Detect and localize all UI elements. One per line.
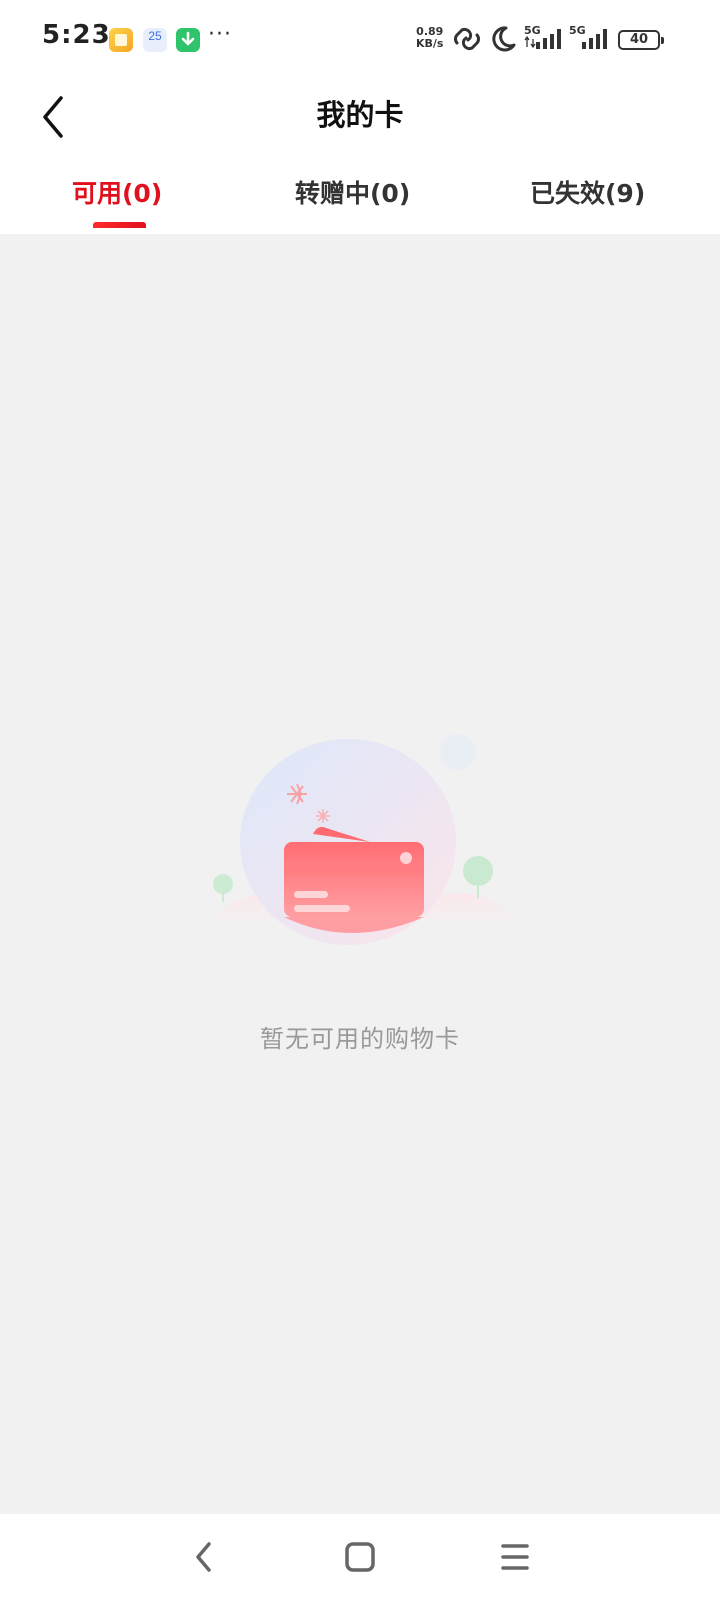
- card-list-area: 暂无可用的购物卡: [0, 234, 720, 1514]
- empty-state-message: 暂无可用的购物卡: [260, 1025, 460, 1053]
- nav-back-icon: [196, 1542, 211, 1572]
- calendar-app-icon: 25: [143, 28, 167, 52]
- tab-bar: 可用(0) 转赠中(0) 已失效(9): [0, 150, 720, 234]
- battery-icon: 40: [618, 30, 664, 50]
- tab-expired[interactable]: 已失效(9): [530, 174, 645, 210]
- network-speed: 0.89 KB/s: [416, 26, 443, 50]
- net-speed-unit: KB/s: [416, 37, 444, 50]
- status-time: 5:23: [42, 20, 111, 50]
- nav-menu-icon: [501, 1544, 529, 1570]
- nav-home-icon: [345, 1542, 375, 1572]
- tab-available[interactable]: 可用(0): [72, 174, 162, 210]
- notes-app-icon: [109, 28, 133, 52]
- empty-card-illustration: [205, 734, 520, 945]
- status-bar: 5:23 25 ··· 0.89 KB/s 5G 5G 40: [0, 0, 720, 80]
- signal-icon: [524, 29, 561, 49]
- signal-icon: [582, 29, 607, 49]
- page-title: 我的卡: [316, 98, 404, 132]
- calendar-day: 25: [148, 29, 162, 43]
- system-nav-bar: [0, 1514, 720, 1600]
- nav-back-button[interactable]: [180, 1532, 230, 1582]
- link-icon: [454, 27, 480, 51]
- tab-gifting[interactable]: 转赠中(0): [295, 174, 410, 210]
- nav-menu-button[interactable]: [490, 1532, 540, 1582]
- nav-home-button[interactable]: [335, 1532, 385, 1582]
- more-notifications-icon: ···: [208, 22, 232, 47]
- header: 我的卡: [0, 80, 720, 150]
- moon-icon: [492, 26, 516, 52]
- download-app-icon: [176, 28, 200, 52]
- active-tab-indicator: [93, 222, 146, 228]
